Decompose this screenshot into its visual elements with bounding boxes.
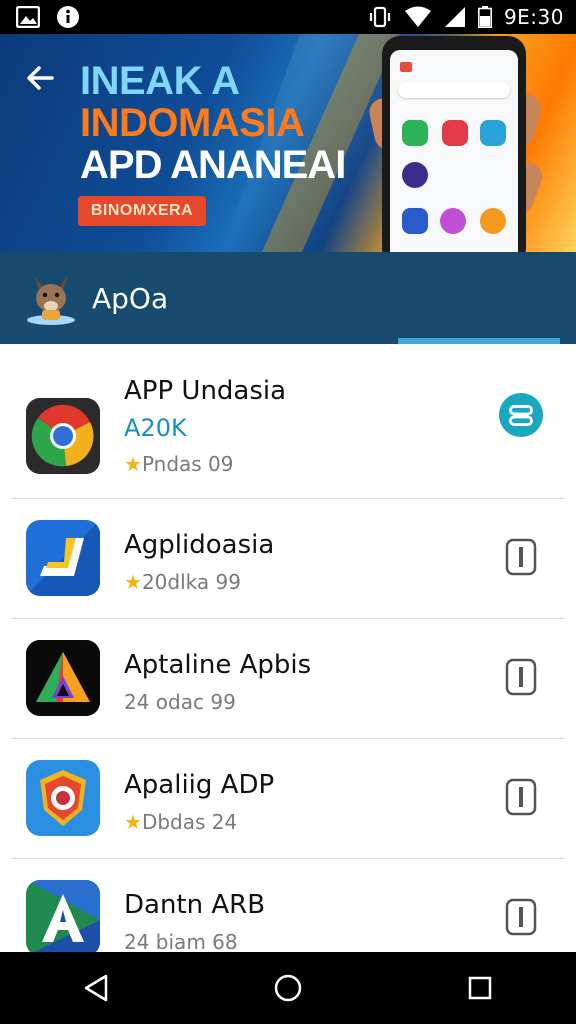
phone-illustration xyxy=(382,36,526,252)
app-title: Agplidoasia xyxy=(124,530,275,560)
app-rating: 24 biam 68 xyxy=(124,930,238,952)
app-rating: ★20dlka 99 xyxy=(124,570,241,594)
mascot-logo-icon xyxy=(22,266,80,326)
app-title: Dantn ARB xyxy=(124,890,266,920)
star-icon: ★ xyxy=(124,452,142,476)
signal-icon xyxy=(444,6,466,28)
banner-line-1: INEAK A xyxy=(80,59,240,103)
download-button[interactable] xyxy=(498,894,544,940)
system-nav-bar xyxy=(0,952,576,1024)
list-item[interactable]: Apaliig ADP ★Dbdas 24 xyxy=(12,738,564,859)
vibrate-icon xyxy=(368,5,392,29)
download-button[interactable] xyxy=(498,774,544,820)
app-rating: ★Pndas 09 xyxy=(124,452,234,476)
phone-search-graphic xyxy=(398,82,510,98)
star-icon: ★ xyxy=(124,810,142,834)
list-item[interactable]: Dantn ARB 24 biam 68 xyxy=(12,858,564,952)
app-rating-text: Dbdas 24 xyxy=(141,810,238,834)
rainbow-triangle-app-icon xyxy=(26,640,100,716)
download-outline-icon xyxy=(505,538,537,576)
download-button[interactable] xyxy=(498,534,544,580)
nav-back-icon xyxy=(84,974,108,1002)
clock-time: 9E:30 xyxy=(503,5,564,29)
nav-recents-button[interactable] xyxy=(450,958,510,1018)
gallery-icon xyxy=(16,6,40,28)
download-outline-icon xyxy=(505,658,537,696)
install-toggle-button[interactable] xyxy=(498,392,544,438)
download-outline-icon xyxy=(505,778,537,816)
download-button[interactable] xyxy=(498,654,544,700)
info-icon xyxy=(56,5,80,29)
back-arrow-icon xyxy=(27,66,54,90)
section-header: ApOa xyxy=(0,252,576,344)
banner-headline: INEAK A INDOMASIA APD ANANEAI xyxy=(80,59,346,187)
star-icon: ★ xyxy=(124,570,142,594)
nav-back-button[interactable] xyxy=(66,958,126,1018)
banner-line-3: APD ANANEAI xyxy=(80,143,346,187)
battery-icon xyxy=(477,6,492,28)
app-rating-text: 24 odac 99 xyxy=(124,690,236,714)
wifi-icon xyxy=(404,6,432,28)
phone-screen xyxy=(390,50,518,252)
list-item[interactable]: Aptaline Apbis 24 odac 99 xyxy=(12,618,564,739)
list-item[interactable]: APP Undasia A20K ★Pndas 09 xyxy=(12,344,564,499)
banner-badge[interactable]: BINOMXERA xyxy=(78,196,206,226)
app-rating-text: Pndas 09 xyxy=(141,452,234,476)
banner-line-2: INDOMASIA xyxy=(80,101,305,145)
list-item[interactable]: Agplidoasia ★20dlka 99 xyxy=(12,498,564,619)
download-outline-icon xyxy=(505,898,537,936)
nav-home-icon xyxy=(274,974,302,1002)
nav-home-button[interactable] xyxy=(258,958,318,1018)
chrome-like-icon xyxy=(26,398,100,474)
status-bar: 9E:30 xyxy=(0,0,576,34)
app-title: Apaliig ADP xyxy=(124,770,275,800)
nav-recents-icon xyxy=(468,976,492,1000)
app-rating: ★Dbdas 24 xyxy=(124,810,237,834)
app-title: APP Undasia xyxy=(124,376,287,406)
app-rating-text: 24 biam 68 xyxy=(124,930,238,952)
app-subtitle: A20K xyxy=(124,414,187,442)
app-title: Aptaline Apbis xyxy=(124,650,312,680)
app-list: APP Undasia A20K ★Pndas 09 Agplidoasia ★… xyxy=(0,344,576,952)
letter-a-app-icon xyxy=(26,880,100,952)
section-title: ApOa xyxy=(92,282,169,315)
blue-yellow-app-icon xyxy=(26,520,100,596)
app-rating: 24 odac 99 xyxy=(124,690,236,714)
shield-app-icon xyxy=(26,760,100,836)
install-toggle-icon xyxy=(498,392,544,438)
app-rating-text: 20dlka 99 xyxy=(141,570,241,594)
promo-banner[interactable]: INEAK A INDOMASIA APD ANANEAI BINOMXERA xyxy=(0,34,576,252)
back-button[interactable] xyxy=(22,58,58,98)
